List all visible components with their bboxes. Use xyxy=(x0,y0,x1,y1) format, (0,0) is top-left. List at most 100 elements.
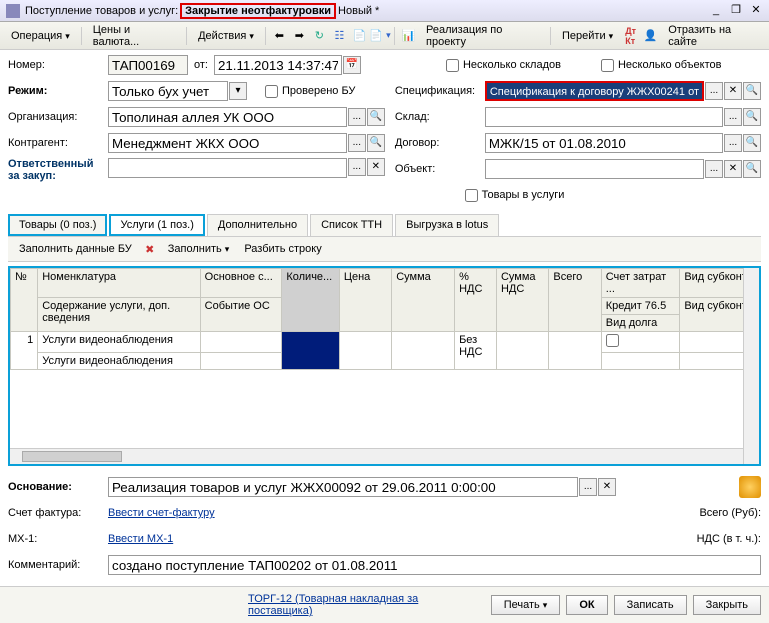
multi-objects-checkbox[interactable] xyxy=(601,59,614,72)
object-clear-icon[interactable]: ✕ xyxy=(724,160,742,178)
number-input[interactable] xyxy=(108,55,188,75)
th-sum[interactable]: Сумма xyxy=(392,269,455,332)
operation-menu[interactable]: Операция xyxy=(5,27,76,45)
multi-warehouse-checkbox[interactable] xyxy=(446,59,459,72)
th-acct[interactable]: Счет затрат ... xyxy=(601,269,680,298)
checked-bu-checkbox[interactable] xyxy=(265,85,278,98)
print-button[interactable]: Печать xyxy=(491,595,561,615)
nav-back-icon[interactable]: ⬅ xyxy=(271,27,288,45)
mode-input[interactable] xyxy=(108,81,228,101)
close-footer-button[interactable]: Закрыть xyxy=(693,595,761,615)
org-search-icon[interactable]: 🔍 xyxy=(367,108,385,126)
contragent-search-icon[interactable]: 🔍 xyxy=(367,134,385,152)
warehouse-input[interactable] xyxy=(485,107,723,127)
horizontal-scrollbar[interactable] xyxy=(10,448,743,464)
nav-fwd-icon[interactable]: ➡ xyxy=(291,27,308,45)
chart-icon[interactable]: 📊 xyxy=(400,27,417,45)
round-action-button[interactable] xyxy=(739,476,761,498)
spec-select-icon[interactable]: ... xyxy=(705,82,723,100)
split-row-button[interactable]: Разбить строку xyxy=(238,240,327,258)
th-nds-pct[interactable]: % НДС xyxy=(455,269,497,332)
th-os2[interactable]: Событие ОС xyxy=(200,298,282,332)
th-qty[interactable]: Количе... xyxy=(282,269,339,332)
contragent-input[interactable] xyxy=(108,133,347,153)
doc1-icon[interactable]: 📄 xyxy=(351,27,368,45)
vertical-scrollbar[interactable] xyxy=(743,268,759,464)
org-input[interactable] xyxy=(108,107,347,127)
doc2-icon[interactable]: 📄 xyxy=(371,27,389,45)
object-search-icon[interactable]: 🔍 xyxy=(743,160,761,178)
warehouse-select-icon[interactable]: ... xyxy=(724,108,742,126)
object-select-icon[interactable]: ... xyxy=(705,160,723,178)
invoice-link[interactable]: Ввести счет-фактуру xyxy=(108,507,215,519)
th-acct2[interactable]: Кредит 76.5 xyxy=(601,298,680,315)
maximize-button[interactable]: ❐ xyxy=(729,4,743,18)
date-input[interactable] xyxy=(214,55,342,75)
cell-os2[interactable] xyxy=(200,353,282,370)
mx-link[interactable]: Ввести МХ-1 xyxy=(108,533,173,545)
refresh-icon[interactable]: ↻ xyxy=(311,27,328,45)
publish-button[interactable]: Отразить на сайте xyxy=(662,21,764,51)
cell-acct[interactable] xyxy=(601,332,680,353)
comment-input[interactable] xyxy=(108,555,761,575)
th-n[interactable]: № xyxy=(11,269,38,332)
realization-button[interactable]: Реализация по проекту xyxy=(420,21,545,51)
goods-to-services-checkbox[interactable] xyxy=(465,189,478,202)
tab-lotus[interactable]: Выгрузка в lotus xyxy=(395,214,499,236)
person-icon[interactable]: 👤 xyxy=(642,27,659,45)
cell-nds-pct[interactable]: Без НДС xyxy=(455,332,497,370)
contract-select-icon[interactable]: ... xyxy=(724,134,742,152)
contragent-select-icon[interactable]: ... xyxy=(348,134,366,152)
save-button[interactable]: Записать xyxy=(614,595,687,615)
th-nom[interactable]: Номенклатура xyxy=(38,269,200,298)
basis-clear-icon[interactable]: ✕ xyxy=(598,478,616,496)
contract-search-icon[interactable]: 🔍 xyxy=(743,134,761,152)
dtkt-icon[interactable]: ДтКт xyxy=(622,27,639,45)
tab-ttn[interactable]: Список ТТН xyxy=(310,214,393,236)
org-select-icon[interactable]: ... xyxy=(348,108,366,126)
spec-clear-icon[interactable]: ✕ xyxy=(724,82,742,100)
torg-link[interactable]: ТОРГ-12 (Товарная накладная за поставщик… xyxy=(248,593,485,617)
fill-bu-button[interactable]: Заполнить данные БУ xyxy=(13,240,138,258)
calendar-icon[interactable]: 📅 xyxy=(343,56,361,74)
th-os[interactable]: Основное с... xyxy=(200,269,282,298)
minimize-button[interactable]: _ xyxy=(709,4,723,18)
basis-select-icon[interactable]: ... xyxy=(579,478,597,496)
cell-price[interactable] xyxy=(339,332,391,370)
prices-button[interactable]: Цены и валюта... xyxy=(87,21,181,51)
th-acct3[interactable]: Вид долга xyxy=(601,315,680,332)
spec-value[interactable]: Спецификация к договору ЖЖХ00241 от xyxy=(485,81,704,101)
responsible-clear-icon[interactable]: ✕ xyxy=(367,158,385,176)
cell-nom[interactable]: Услуги видеонаблюдения xyxy=(38,332,200,353)
close-button[interactable]: ✕ xyxy=(749,4,763,18)
ok-button[interactable]: ОК xyxy=(566,595,607,615)
th-nds-sum[interactable]: Сумма НДС xyxy=(496,269,548,332)
cell-sum[interactable] xyxy=(392,332,455,370)
warehouse-search-icon[interactable]: 🔍 xyxy=(743,108,761,126)
goto-menu[interactable]: Перейти xyxy=(556,27,619,45)
scroll-thumb[interactable] xyxy=(22,451,122,462)
contract-input[interactable] xyxy=(485,133,723,153)
cell-total[interactable] xyxy=(549,332,601,370)
th-price[interactable]: Цена xyxy=(339,269,391,332)
tab-additional[interactable]: Дополнительно xyxy=(207,214,308,236)
cell-qty-selected[interactable] xyxy=(282,332,339,370)
cell-os[interactable] xyxy=(200,332,282,353)
responsible-input[interactable] xyxy=(108,158,347,178)
delete-row-icon[interactable]: ✖ xyxy=(141,240,159,258)
tab-services[interactable]: Услуги (1 поз.) xyxy=(109,214,204,236)
fill-menu[interactable]: Заполнить xyxy=(162,240,236,258)
table-row[interactable]: 1 Услуги видеонаблюдения Без НДС xyxy=(11,332,759,353)
tab-goods[interactable]: Товары (0 поз.) xyxy=(8,214,107,236)
tree-icon[interactable]: ☷ xyxy=(331,27,348,45)
cell-acct2[interactable] xyxy=(601,353,680,370)
cell-nom2[interactable]: Услуги видеонаблюдения xyxy=(38,353,200,370)
th-total[interactable]: Всего xyxy=(549,269,601,332)
actions-menu[interactable]: Действия xyxy=(192,27,260,45)
spec-search-icon[interactable]: 🔍 xyxy=(743,82,761,100)
th-nom2[interactable]: Содержание услуги, доп. сведения xyxy=(38,298,200,332)
acct-checkbox[interactable] xyxy=(606,334,619,347)
cell-nds-sum[interactable] xyxy=(496,332,548,370)
responsible-select-icon[interactable]: ... xyxy=(348,158,366,176)
object-input[interactable] xyxy=(485,159,704,179)
